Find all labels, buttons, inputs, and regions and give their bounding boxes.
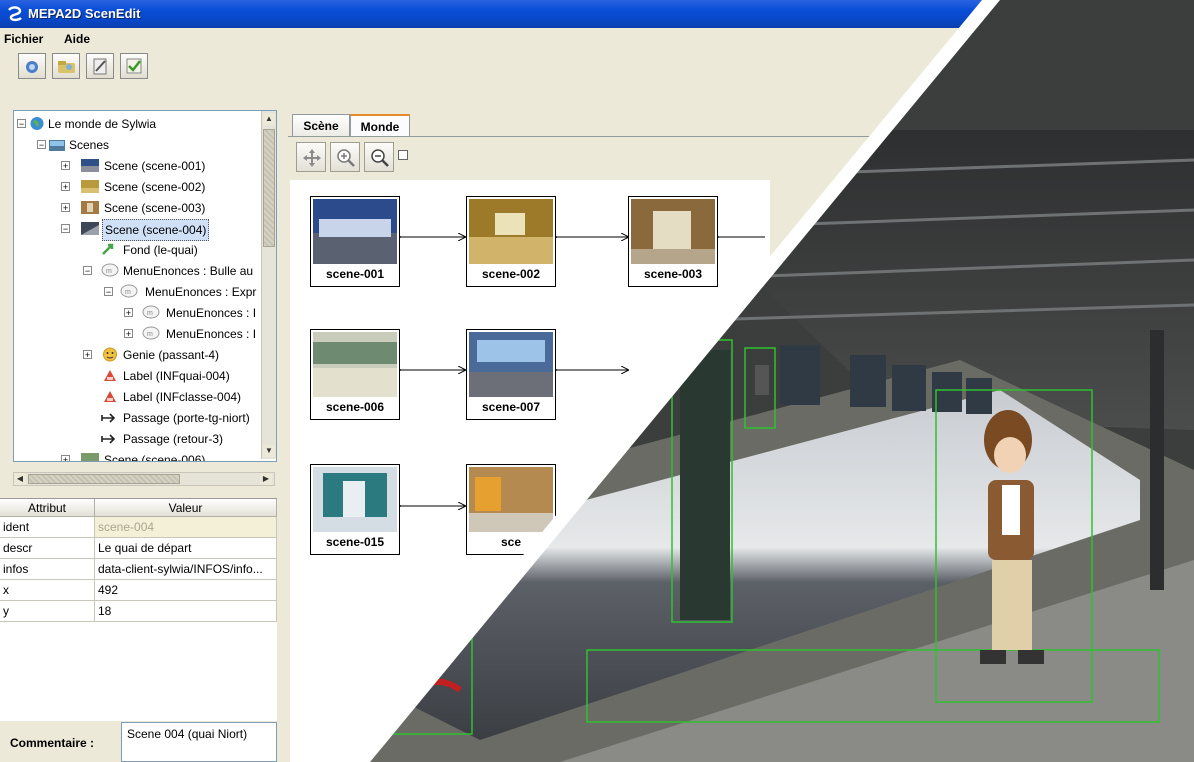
train-station-photo (352, 0, 1194, 762)
